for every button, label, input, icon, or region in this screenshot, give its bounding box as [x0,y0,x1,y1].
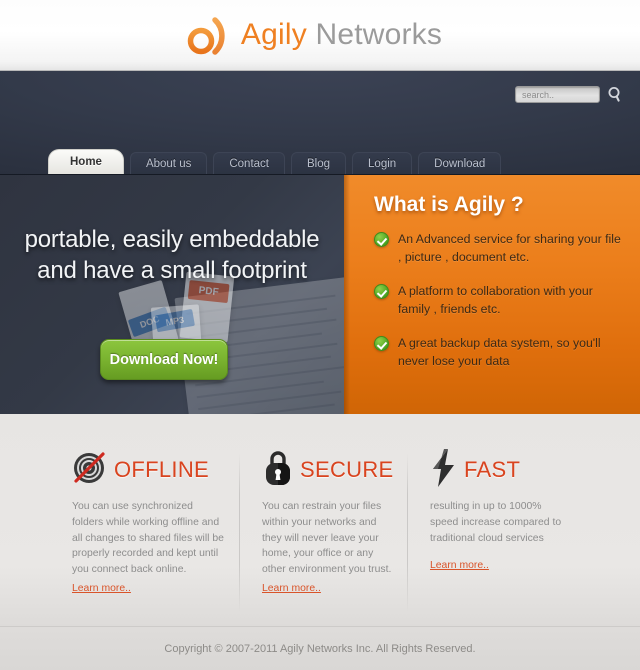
logo-word-networks: Networks [306,18,443,51]
padlock-icon [262,449,294,492]
search-area [515,86,622,103]
learn-more-link[interactable]: Learn more.. [72,583,131,594]
feature-title: FAST [464,457,521,482]
hero-headline: portable, easily embeddable and have a s… [0,225,344,286]
hero-section: DOC PDF MP3 portable, easily embeddable … [0,175,640,414]
learn-more-link[interactable]: Learn more.. [262,583,321,594]
feature-body: resulting in up to 1000% speed increase … [430,501,562,544]
copyright-text: Copyright © 2007-2011 Agily Networks Inc… [164,642,476,655]
feature-offline: OFFLINE You can use synchronized folders… [72,450,240,626]
site-logo[interactable]: Agily Networks [186,14,442,56]
panel-bullet: A platform to collaboration with your fa… [374,282,626,319]
panel-title: What is Agily ? [374,193,524,216]
nav-items: Home About us Contact Blog Login Downloa… [48,149,502,174]
site-footer: Copyright © 2007-2011 Agily Networks Inc… [0,626,640,670]
check-circle-icon [374,335,389,351]
what-is-agily-panel: What is Agily ? An Advanced service for … [344,175,640,414]
nav-item-blog[interactable]: Blog [291,152,347,174]
learn-more-link[interactable]: Learn more.. [430,560,489,571]
check-circle-icon [374,232,389,247]
feature-body: You can use synchronized folders while w… [72,501,224,576]
feature-secure: SECURE You can restrain your files withi… [240,450,408,626]
feature-body: You can restrain your files within your … [262,501,392,576]
panel-bullet-text: An Advanced service for sharing your fil… [398,232,621,265]
site-header: Agily Networks [0,0,640,70]
nav-item-about-us[interactable]: About us [129,152,208,174]
mp3-file-label: MP3 [154,308,195,333]
search-input[interactable] [515,86,600,103]
feature-header: OFFLINE [72,450,226,490]
nav-item-home[interactable]: Home [48,149,124,174]
logo-word-agily: Agily [240,18,307,51]
panel-bullet-text: A platform to collaboration with your fa… [398,283,593,317]
nav-item-login[interactable]: Login [352,152,413,174]
panel-bullet: An Advanced service for sharing your fil… [374,230,626,267]
panel-bullet-text: A great backup data system, so you'll ne… [398,335,601,369]
feature-header: FAST [430,448,562,493]
feature-title: OFFLINE [114,457,209,482]
lightning-bolt-icon [430,448,458,493]
check-circle-icon [374,283,389,299]
panel-bullet: A great backup data system, so you'll ne… [374,334,626,371]
agily-circle-arc-logo-icon [186,14,232,56]
navigation-bar: Home About us Contact Blog Login Downloa… [0,70,640,175]
download-now-button[interactable]: Download Now! [100,339,228,380]
wifi-offline-icon [72,450,108,491]
feature-header: SECURE [262,450,394,490]
feature-title: SECURE [300,457,394,482]
nav-item-contact[interactable]: Contact [213,152,285,174]
feature-fast: FAST resulting in up to 1000% speed incr… [408,448,576,626]
hero-headline-line1: portable, easily embeddable [24,226,320,253]
features-section: OFFLINE You can use synchronized folders… [0,414,640,626]
logo-wordmark: Agily Networks [241,18,442,52]
nav-item-download[interactable]: Download [418,152,502,174]
hero-headline-line2: and have a small footprint [37,256,307,284]
search-icon[interactable] [607,86,622,103]
